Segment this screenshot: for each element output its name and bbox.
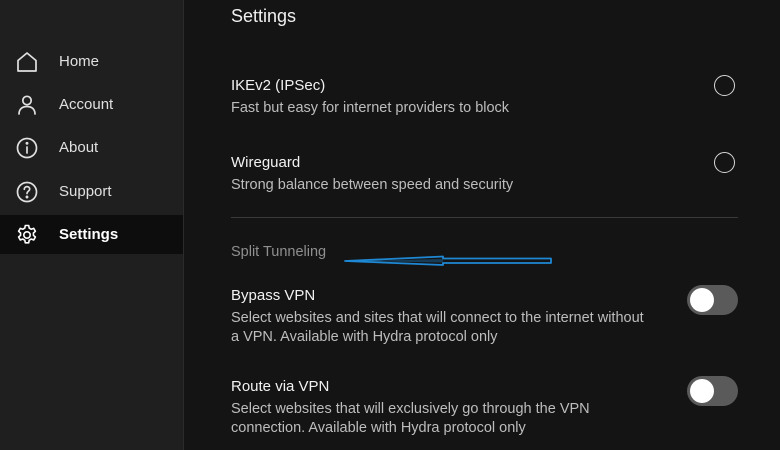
annotation-arrow-icon [344, 255, 552, 266]
section-divider [231, 217, 738, 218]
sidebar-item-label: Home [59, 53, 100, 70]
bypass-vpn-toggle[interactable] [687, 285, 738, 315]
protocol-option-ikev2[interactable]: IKEv2 (IPSec) Fast but easy for internet… [231, 76, 741, 118]
sidebar-item-label: About [59, 139, 99, 156]
option-title: Wireguard [231, 154, 301, 171]
section-label-split-tunneling: Split Tunneling [231, 244, 327, 260]
sidebar-item-home[interactable]: Home [0, 42, 183, 81]
ikev2-radio[interactable] [714, 75, 735, 96]
sidebar-item-label: Account [59, 96, 114, 113]
option-title: Route via VPN [231, 378, 330, 395]
sidebar-item-support[interactable]: Support [0, 172, 183, 211]
protocol-option-wireguard[interactable]: Wireguard Strong balance between speed a… [231, 153, 741, 195]
home-icon [15, 50, 39, 74]
route-via-vpn-toggle[interactable] [687, 376, 738, 406]
sidebar-item-label: Support [59, 183, 112, 200]
user-icon [15, 93, 39, 117]
option-description: Select websites that will exclusively go… [231, 401, 590, 436]
sidebar-item-account[interactable]: Account [0, 85, 183, 124]
wireguard-radio[interactable] [714, 152, 735, 173]
sidebar-item-label: Settings [59, 226, 119, 243]
toggle-knob [690, 379, 714, 403]
option-title: IKEv2 (IPSec) [231, 77, 326, 94]
app-window: Home Account About Support Settings Sett… [0, 0, 780, 450]
gear-icon [15, 223, 39, 247]
sidebar-item-settings[interactable]: Settings [0, 215, 183, 254]
toggle-knob [690, 288, 714, 312]
settings-panel: Settings IKEv2 (IPSec) Fast but easy for… [184, 0, 780, 450]
sidebar-item-about[interactable]: About [0, 128, 183, 167]
page-title: Settings [231, 6, 297, 26]
bypass-vpn-option[interactable]: Bypass VPN Select websites and sites tha… [231, 286, 651, 347]
option-description: Strong balance between speed and securit… [231, 177, 514, 193]
help-icon [15, 180, 39, 204]
route-via-vpn-option[interactable]: Route via VPN Select websites that will … [231, 377, 651, 438]
option-title: Bypass VPN [231, 287, 316, 304]
info-icon [15, 136, 39, 160]
sidebar: Home Account About Support Settings [0, 0, 184, 450]
option-description: Select websites and sites that will conn… [231, 310, 644, 345]
option-description: Fast but easy for internet providers to … [231, 100, 510, 116]
